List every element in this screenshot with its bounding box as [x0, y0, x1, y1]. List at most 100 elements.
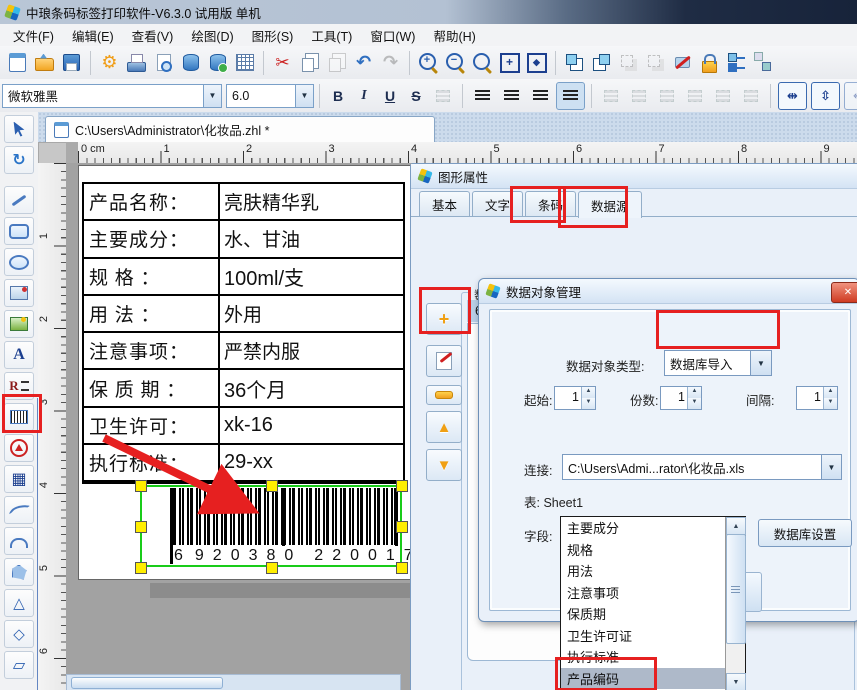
bold-button[interactable]: B — [326, 84, 350, 108]
selection-handle[interactable] — [266, 480, 278, 492]
type-select[interactable]: 数据库导入 — [664, 350, 752, 376]
table-row[interactable]: 保 质 期 ： 36个月 — [84, 370, 403, 407]
copy-icon[interactable] — [297, 50, 322, 76]
field-dropdown-item[interactable]: 规格 — [561, 539, 725, 561]
arc-tool[interactable] — [4, 527, 34, 555]
align-left-button[interactable] — [469, 83, 496, 109]
chevron-down-icon[interactable]: ▼ — [203, 85, 221, 107]
horizontal-scrollbar[interactable] — [66, 674, 401, 690]
hide-object-icon[interactable] — [670, 50, 695, 76]
shape-circle-tool[interactable] — [4, 434, 34, 462]
qrcode-tool[interactable] — [4, 465, 34, 493]
interval-spinner[interactable]: 1 ▲▼ — [796, 386, 838, 410]
font-size-select[interactable]: 6.0 ▼ — [226, 84, 314, 108]
selection-handle[interactable] — [135, 521, 147, 533]
chevron-down-icon[interactable]: ▼ — [751, 351, 771, 375]
diamond-tool[interactable] — [4, 620, 34, 648]
print-icon[interactable] — [124, 50, 149, 76]
italic-button[interactable]: I — [352, 84, 376, 108]
polygon-tool[interactable] — [4, 558, 34, 586]
underline-button[interactable]: U — [378, 84, 402, 108]
table-row[interactable]: 执行标准： 29-xx — [84, 445, 403, 482]
scroll-up-icon[interactable]: ▲ — [726, 517, 746, 535]
menu-item[interactable]: 工具(T) — [302, 24, 361, 47]
selection-handle[interactable] — [135, 480, 147, 492]
selection-handle[interactable] — [396, 480, 408, 492]
database-check-icon[interactable] — [205, 50, 230, 76]
fit-page-icon[interactable] — [497, 50, 522, 76]
dialog-title-bar[interactable]: 数据对象管理 ✕ — [479, 279, 857, 304]
spin-down-icon[interactable]: ▼ — [582, 398, 595, 409]
start-spinner[interactable]: 1 ▲▼ — [554, 386, 596, 410]
lock-object-icon[interactable] — [697, 50, 722, 76]
fit-screen-icon[interactable] — [524, 50, 549, 76]
properties-tab[interactable]: 基本 — [419, 191, 470, 216]
chevron-down-icon[interactable]: ▼ — [295, 85, 313, 107]
table-row[interactable]: 产品名称： 亮肤精华乳 — [84, 184, 403, 221]
field-dropdown-item[interactable]: 保质期 — [561, 603, 725, 625]
move-up-button[interactable]: ▲ — [426, 411, 462, 443]
scrollbar-thumb[interactable] — [726, 534, 746, 644]
send-to-back-icon[interactable] — [589, 50, 614, 76]
text-tool[interactable] — [4, 341, 34, 369]
zoom-in-icon[interactable] — [416, 50, 441, 76]
strikethrough-button[interactable]: S — [404, 84, 428, 108]
edit-data-object-button[interactable] — [426, 345, 462, 377]
table-row[interactable]: 用 法 ： 外用 — [84, 296, 403, 333]
menu-item[interactable]: 编辑(E) — [63, 24, 123, 47]
selection-handle[interactable] — [396, 521, 408, 533]
zoom-out-icon[interactable] — [443, 50, 468, 76]
field-dropdown-item[interactable]: 注意事项 — [561, 582, 725, 604]
print-preview-icon[interactable] — [151, 50, 176, 76]
selection-handle[interactable] — [266, 562, 278, 574]
undo-icon[interactable] — [351, 50, 376, 76]
settings-gear-icon[interactable] — [97, 50, 122, 76]
field-dropdown-item[interactable]: 执行标准 — [561, 646, 725, 668]
document-tab[interactable]: C:\Users\Administrator\化妆品.zhl * — [45, 116, 435, 142]
field-dropdown-item[interactable]: 主要成分 — [561, 517, 725, 539]
pointer-tool[interactable] — [4, 115, 34, 143]
dialog-title-bar[interactable]: 图形属性 — [411, 164, 857, 189]
menu-item[interactable]: 窗口(W) — [361, 24, 424, 47]
spin-down-icon[interactable]: ▼ — [824, 398, 837, 409]
cut-icon[interactable] — [270, 50, 295, 76]
zoom-select-icon[interactable] — [470, 50, 495, 76]
table-row[interactable]: 规 格 ： 100ml/支 — [84, 259, 403, 296]
center-in-label-h-button[interactable]: ⇹ — [778, 82, 807, 110]
ellipse-tool[interactable] — [4, 248, 34, 276]
rounded-rect-tool[interactable] — [4, 217, 34, 245]
paste-icon[interactable] — [324, 50, 349, 76]
triangle-tool[interactable] — [4, 589, 34, 617]
field-dropdown-item[interactable]: 用法 — [561, 560, 725, 582]
subscript-icon[interactable] — [430, 83, 456, 109]
align-options-icon[interactable] — [724, 50, 749, 76]
align-justify-button[interactable] — [556, 82, 585, 110]
properties-tab[interactable]: 条码 — [525, 191, 576, 216]
dropdown-scrollbar[interactable]: ▲ ▼ — [725, 517, 745, 690]
selection-handle[interactable] — [396, 562, 408, 574]
properties-tab[interactable]: 数据源 — [578, 191, 642, 218]
menu-item[interactable]: 绘图(D) — [182, 24, 242, 47]
field-dropdown-item[interactable]: 产品编码 — [561, 668, 725, 690]
rich-text-tool[interactable] — [4, 372, 34, 400]
new-document-icon[interactable] — [5, 50, 30, 76]
image-tool[interactable] — [4, 279, 34, 307]
menu-item[interactable]: 帮助(H) — [424, 24, 484, 47]
chevron-down-icon[interactable]: ▼ — [821, 455, 841, 479]
open-icon[interactable] — [32, 50, 57, 76]
menu-item[interactable]: 文件(F) — [4, 24, 63, 47]
move-down-button[interactable]: ▼ — [426, 449, 462, 481]
table-row[interactable]: 卫生许可： xk-16 — [84, 408, 403, 445]
group-icon[interactable] — [616, 50, 641, 76]
align-right-button[interactable] — [527, 83, 554, 109]
add-data-object-button[interactable]: + — [426, 303, 462, 335]
spin-up-icon[interactable]: ▲ — [688, 387, 701, 398]
distribute-h-button[interactable]: ⇿ — [844, 82, 857, 110]
field-dropdown-item[interactable]: 卫生许可证 — [561, 625, 725, 647]
table-row[interactable]: 主要成分： 水、甘油 — [84, 221, 403, 258]
grid-icon[interactable] — [232, 50, 257, 76]
rotate-tool[interactable] — [4, 146, 34, 174]
picture-tool[interactable] — [4, 310, 34, 338]
save-icon[interactable] — [59, 50, 84, 76]
spin-up-icon[interactable]: ▲ — [582, 387, 595, 398]
